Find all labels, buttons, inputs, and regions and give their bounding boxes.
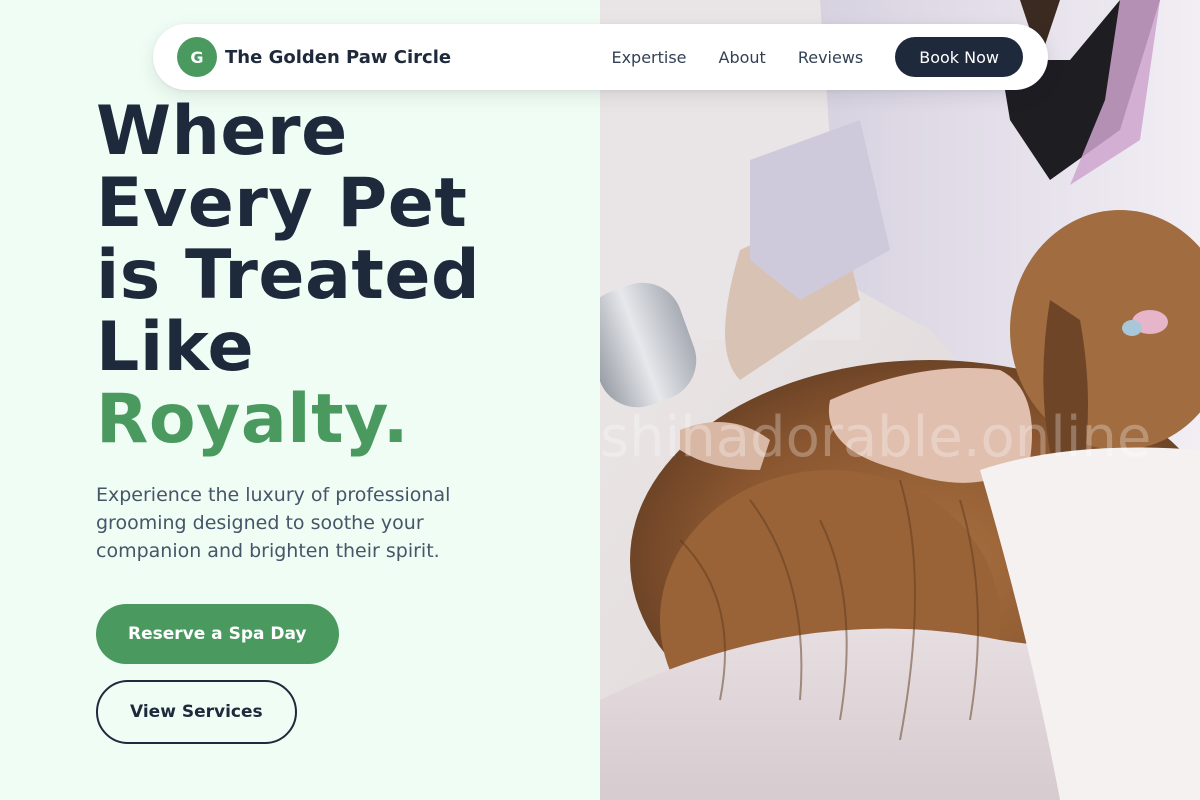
top-navbar: G The Golden Paw Circle Expertise About … <box>153 24 1048 90</box>
hero-title-line: Every Pet <box>96 164 468 243</box>
nav-links: Expertise About Reviews Book Now <box>611 37 1023 77</box>
nav-link-about[interactable]: About <box>719 48 766 67</box>
view-services-button[interactable]: View Services <box>96 680 297 744</box>
hero-title-accent: Royalty. <box>96 380 410 459</box>
brand-logo-icon[interactable]: G <box>177 37 217 77</box>
hero-title: Where Every Pet is Treated Like Royalty. <box>96 96 480 456</box>
brand-name[interactable]: The Golden Paw Circle <box>225 47 451 68</box>
hero-title-line: Like <box>96 308 255 387</box>
book-now-button[interactable]: Book Now <box>895 37 1023 77</box>
groomer-drying-dog-photo-icon <box>600 0 1200 800</box>
hero-title-line: Where <box>96 92 348 171</box>
hero-photo: shihadorable.online <box>600 0 1200 800</box>
nav-link-expertise[interactable]: Expertise <box>611 48 686 67</box>
hero-subtitle: Experience the luxury of professional gr… <box>96 484 451 562</box>
nav-link-reviews[interactable]: Reviews <box>798 48 863 67</box>
hero-title-line: is Treated <box>96 236 481 315</box>
reserve-spa-day-button[interactable]: Reserve a Spa Day <box>96 604 339 664</box>
